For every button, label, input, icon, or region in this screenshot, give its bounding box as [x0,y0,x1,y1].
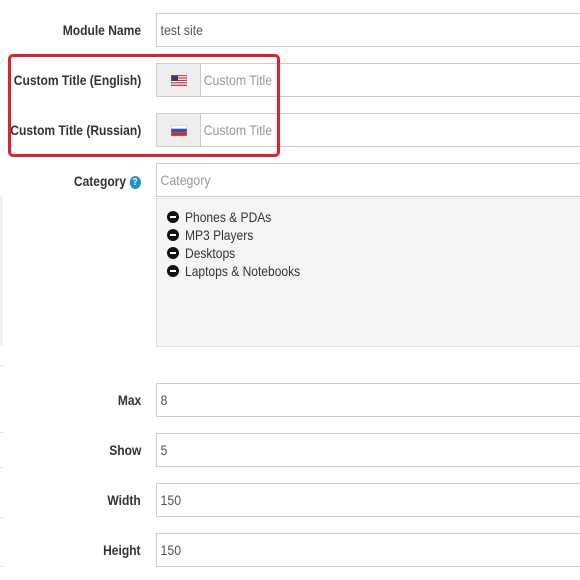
show-input[interactable]: 5 [156,433,580,467]
category-item-label: MP3 Players [185,227,254,243]
row-divider [0,566,3,567]
row-divider [0,432,3,433]
show-value: 5 [160,442,168,458]
category-item: Desktops [167,244,580,262]
row-divider [0,517,3,518]
row-divider [0,365,3,366]
category-item-label: Phones & PDAs [185,209,272,225]
help-icon[interactable]: ? [129,176,141,189]
height-input[interactable]: 150 [156,533,580,567]
category-label: Category? [74,171,141,191]
module-name-value: test site [160,22,203,38]
left-edge-panel [0,196,3,346]
remove-icon[interactable] [167,247,179,259]
width-input[interactable]: 150 [156,483,580,517]
category-placeholder: Category [160,172,211,188]
category-label-text: Category [74,173,127,189]
category-item: Laptops & Notebooks [167,262,580,280]
category-item: Phones & PDAs [167,208,580,226]
width-label: Width [107,492,141,508]
show-label: Show [108,442,141,458]
module-name-input[interactable]: test site [156,13,580,47]
category-list: Phones & PDAs MP3 Players Desktops Lapto… [156,198,580,347]
max-input[interactable]: 8 [156,383,580,417]
max-value: 8 [160,392,168,408]
height-label: Height [103,542,141,558]
width-value: 150 [160,492,182,508]
category-item-label: Laptops & Notebooks [185,263,301,279]
highlight-box [8,54,280,157]
height-value: 150 [160,542,182,558]
max-label: Max [117,392,141,408]
row-divider [0,467,3,468]
module-name-label: Module Name [62,22,141,38]
category-input[interactable]: Category [156,163,580,197]
remove-icon[interactable] [167,265,179,277]
category-item-label: Desktops [185,245,236,261]
remove-icon[interactable] [167,229,179,241]
remove-icon[interactable] [167,211,179,223]
category-item: MP3 Players [167,226,580,244]
